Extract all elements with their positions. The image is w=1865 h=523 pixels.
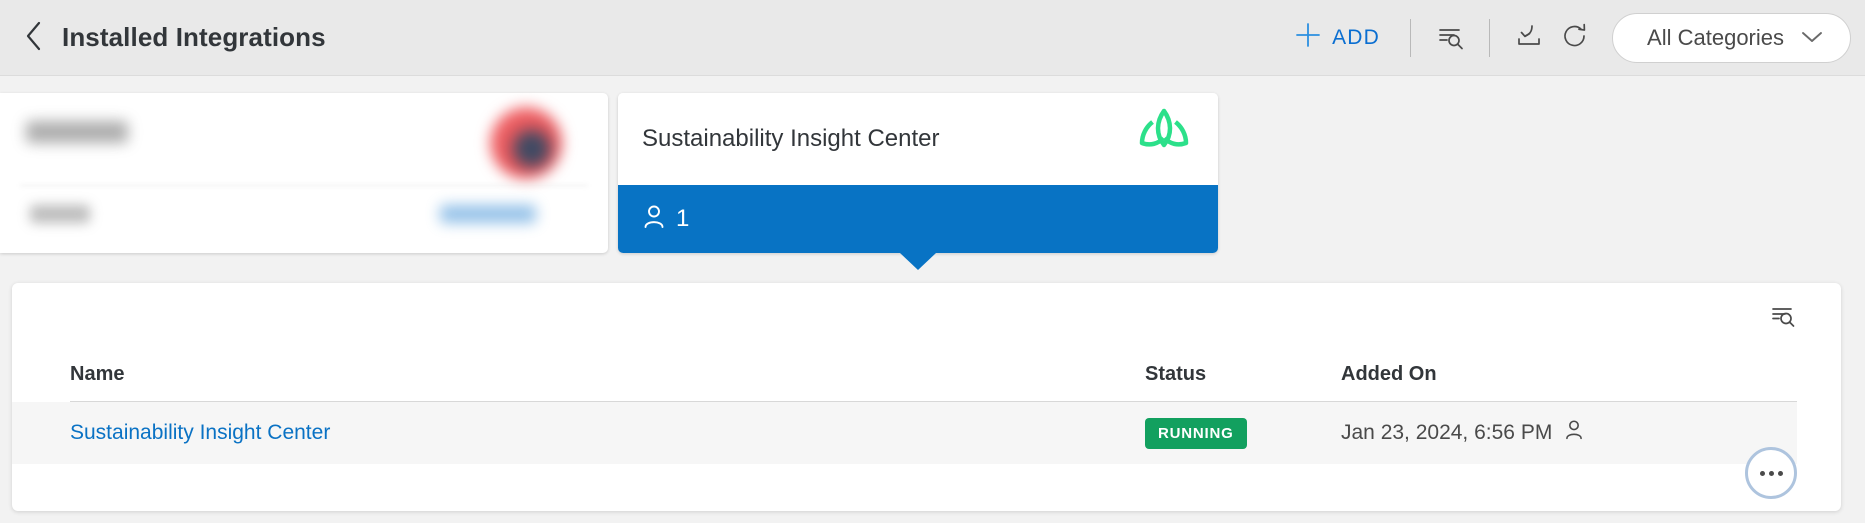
table-filter-search-button[interactable] [1759, 292, 1805, 338]
filter-search-button[interactable] [1427, 15, 1473, 61]
add-button-label: ADD [1332, 25, 1381, 49]
column-header-status: Status [1145, 362, 1207, 385]
integration-card-sustainability-insight-center[interactable]: Sustainability Insight Center 1 [618, 93, 1218, 270]
column-header-added-on: Added On [1341, 362, 1437, 385]
card-user-count-bar: 1 [618, 185, 1218, 270]
lotus-leaf-icon [1132, 107, 1196, 172]
page-title: Installed Integrations [62, 22, 326, 52]
integrations-table-panel: Name Status Added On Sustainability Insi… [12, 283, 1841, 511]
added-on-value: Jan 23, 2024, 6:56 PM [1341, 421, 1553, 444]
add-button[interactable]: ADD [1281, 16, 1394, 60]
cell-name: Sustainability Insight Center [70, 421, 1145, 445]
ellipsis-icon [1759, 470, 1783, 476]
table-header-row: Name Status Added On [12, 347, 1841, 401]
card-separator [20, 185, 588, 186]
integration-card-redacted[interactable] [0, 93, 608, 253]
filter-search-icon [1435, 21, 1465, 54]
chevron-down-icon [1800, 25, 1824, 51]
integration-cards-row: Sustainability Insight Center 1 [0, 77, 1865, 270]
card-header: Sustainability Insight Center [618, 93, 1218, 185]
integrations-table: Name Status Added On Sustainability Insi… [12, 347, 1841, 464]
filter-search-icon [1767, 299, 1797, 332]
card-title-redacted [26, 121, 128, 143]
card-link-redacted[interactable] [440, 205, 536, 223]
status-badge: RUNNING [1145, 417, 1247, 449]
redacted-circular-logo [490, 107, 562, 179]
categories-dropdown-label: All Categories [1647, 24, 1784, 50]
refresh-icon [1560, 21, 1590, 54]
categories-dropdown[interactable]: All Categories [1612, 12, 1851, 63]
download-tray-icon [1514, 21, 1544, 54]
column-header-name: Name [70, 362, 125, 385]
plus-icon [1295, 22, 1321, 54]
refresh-button[interactable] [1552, 15, 1598, 61]
cell-added-on: Jan 23, 2024, 6:56 PM [1341, 419, 1701, 447]
card-selected-pointer [900, 253, 936, 270]
page-header: Installed Integrations ADD All Categorie… [0, 0, 1865, 76]
integration-name-link[interactable]: Sustainability Insight Center [70, 421, 330, 445]
back-button[interactable] [12, 16, 56, 60]
header-divider-1 [1410, 18, 1412, 57]
import-button[interactable] [1506, 15, 1552, 61]
table-row[interactable]: Sustainability Insight Center RUNNING Ja… [12, 402, 1797, 464]
table-toolbar [12, 283, 1841, 347]
card-user-count: 1 [676, 205, 690, 232]
person-icon [1564, 419, 1584, 447]
person-icon [642, 204, 666, 235]
cell-status: RUNNING [1145, 417, 1341, 449]
card-subtitle-redacted [30, 205, 90, 223]
chevron-left-icon [24, 20, 44, 55]
row-overflow-menu-button[interactable] [1745, 447, 1797, 499]
card-title: Sustainability Insight Center [642, 125, 940, 152]
header-divider-2 [1489, 18, 1491, 57]
